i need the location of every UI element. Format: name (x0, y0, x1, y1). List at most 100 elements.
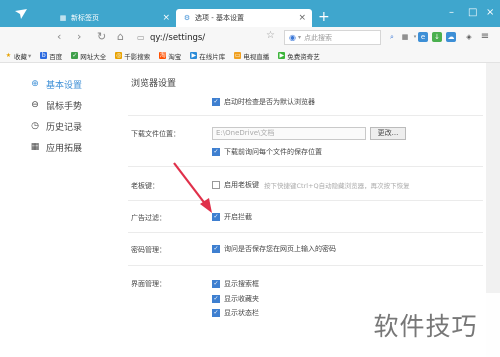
startup-check-option[interactable]: ✓ 启动时检查是否为默认浏览器 (212, 96, 315, 107)
sidebar-item-extensions[interactable]: ▦ 应用拓展 (30, 139, 82, 155)
sidebar-item-mouse-gestures[interactable]: ⊖ 鼠标手势 (30, 97, 82, 113)
watermark: 软件技巧 (351, 293, 500, 357)
settings-sidebar: ⊕ 基本设置 ⊖ 鼠标手势 ◷ 历史记录 ▦ 应用拓展 (0, 63, 120, 357)
boss-key-hint: 按下快捷键Ctrl+Q自动隐藏浏览器，再次按下恢复 (264, 181, 410, 190)
checkbox-checked[interactable]: ✓ (212, 279, 220, 288)
boss-key-option[interactable]: 启用老板键 按下快捷键Ctrl+Q自动隐藏浏览器，再次按下恢复 (212, 179, 410, 190)
save-password-option[interactable]: ✓ 询问是否保存您在网页上输入的密码 (212, 243, 336, 254)
checkbox-checked[interactable]: ✓ (212, 244, 220, 253)
address-bar[interactable]: qy://settings/ (150, 30, 276, 45)
annotation-arrow-icon (173, 162, 212, 213)
star-icon: ★ (5, 52, 12, 59)
checkbox-checked[interactable]: ✓ (212, 147, 220, 156)
tab-new-tab[interactable]: ▦ 新标签页 × (52, 9, 176, 27)
navigation-toolbar: ‹ › ↻ ⌂ ▭ qy://settings/ ☆ ◉ ▾ 点此搜索 ⌕ ▦ … (0, 27, 500, 49)
mouse-icon: ⊖ (31, 100, 39, 110)
film-icon: ▶ (190, 52, 198, 59)
interface-manager-label: 界面管理： (131, 280, 166, 288)
sidebar-item-label: 历史记录 (46, 122, 83, 133)
ad-filter-label: 广告过滤： (131, 214, 166, 222)
sidebar-item-history[interactable]: ◷ 历史记录 (30, 118, 82, 134)
browser-logo-icon (15, 9, 27, 19)
bookmark-label: 在线片库 (199, 52, 226, 61)
maximize-icon[interactable]: □ (468, 8, 477, 18)
forward-icon[interactable]: › (77, 31, 81, 43)
bookmark-label: 淘宝 (168, 52, 182, 61)
home-icon[interactable]: ⌂ (117, 31, 124, 43)
password-manager-label: 密码管理： (131, 246, 166, 254)
apps-icon: ▦ (30, 142, 40, 152)
sidebar-item-label: 鼠标手势 (46, 101, 83, 112)
checkbox-checked[interactable]: ✓ (212, 294, 220, 303)
divider (128, 232, 483, 233)
settings-icon: ⊕ (31, 79, 39, 89)
baidu-icon: b (40, 52, 48, 59)
bookmark-iqiyi[interactable]: ▶ 免费资奇艺 (278, 51, 320, 61)
option-label: 询问是否保存您在网页上输入的密码 (224, 244, 336, 253)
option-label: 启动时检查是否为默认浏览器 (224, 97, 315, 106)
chevron-down-icon[interactable]: ▾ (298, 34, 301, 41)
tab-settings[interactable]: ⚙ 选项 - 基本设置 × (176, 9, 312, 27)
bookmark-tv-live[interactable]: ▭ 电视直播 (234, 51, 269, 61)
bookmark-site-nav[interactable]: ✓ 网址大全 (71, 51, 106, 61)
option-label: 下载前询问每个文件的保存位置 (224, 147, 322, 156)
bookmark-film-library[interactable]: ▶ 在线片库 (190, 51, 225, 61)
page-icon: ▭ (137, 33, 145, 42)
apps-grid-icon[interactable]: ▦ (400, 32, 410, 42)
boss-key-label: 老板键： (131, 182, 159, 190)
address-text: qy://settings/ (150, 32, 206, 43)
page-title: 浏览器设置 (131, 79, 177, 89)
link-icon: ✓ (71, 52, 79, 59)
change-path-button[interactable]: 更改... (370, 127, 406, 140)
option-label: 启用老板键 (224, 180, 259, 189)
bookmark-taobao[interactable]: 淘 淘宝 (159, 51, 181, 61)
bookmark-favorites[interactable]: ★ 收藏 ▾ (5, 51, 31, 61)
close-tab-icon[interactable]: × (298, 12, 306, 24)
show-search-box-option[interactable]: ✓ 显示搜索框 (212, 278, 259, 289)
option-label: 显示搜索框 (224, 279, 259, 288)
search-input[interactable]: ◉ ▾ 点此搜索 (284, 30, 381, 45)
title-bar: ▦ 新标签页 × ⚙ 选项 - 基本设置 × + – □ × (0, 0, 500, 27)
checkbox-checked[interactable]: ✓ (212, 308, 220, 317)
ask-save-location-option[interactable]: ✓ 下载前询问每个文件的保存位置 (212, 146, 322, 157)
shield-icon[interactable]: ◈ (464, 32, 474, 42)
back-icon[interactable]: ‹ (57, 31, 61, 43)
cloud-icon[interactable]: ☁ (446, 32, 456, 42)
ie-mode-icon[interactable]: e (418, 32, 428, 42)
grid-icon: ▦ (59, 14, 67, 22)
download-path-field[interactable]: E:\OneDrive\文档 (212, 127, 366, 140)
divider (128, 115, 483, 116)
checkbox-checked[interactable]: ✓ (212, 97, 220, 106)
taobao-icon: 淘 (159, 52, 167, 59)
chevron-down-icon: ▾ (28, 51, 32, 60)
bookmark-label: 收藏 (14, 52, 27, 61)
show-status-bar-option[interactable]: ✓ 显示状态栏 (212, 307, 259, 318)
option-label: 开启拦截 (224, 212, 252, 221)
search-engine-icon[interactable]: ◉ (289, 33, 296, 42)
sidebar-item-label: 应用拓展 (46, 143, 83, 154)
new-tab-button[interactable]: + (318, 10, 330, 24)
download-location-label: 下载文件位置： (131, 130, 180, 138)
refresh-icon[interactable]: ↻ (97, 31, 106, 43)
tab-label: 选项 - 基本设置 (195, 14, 244, 22)
bookmark-label: 免费资奇艺 (287, 52, 320, 61)
minimize-icon[interactable]: – (449, 8, 454, 18)
close-tab-icon[interactable]: × (162, 12, 170, 24)
bookmark-star-icon[interactable]: ☆ (266, 30, 275, 41)
close-window-icon[interactable]: × (486, 8, 494, 18)
option-label: 显示状态栏 (224, 308, 259, 317)
tab-label: 新标签页 (71, 14, 99, 22)
gear-icon: ⚙ (183, 14, 191, 22)
ad-filter-option[interactable]: ✓ 开启拦截 (212, 211, 252, 222)
video-icon: ▶ (278, 52, 286, 59)
bookmark-baidu[interactable]: b 百度 (40, 51, 62, 61)
search-go-icon[interactable]: ⌕ (387, 32, 397, 42)
bookmark-qianying-search[interactable]: ◎ 千影搜索 (115, 51, 150, 61)
show-favorites-option[interactable]: ✓ 显示收藏夹 (212, 293, 259, 304)
menu-icon[interactable]: ≡ (480, 32, 490, 42)
bookmark-label: 百度 (49, 52, 63, 61)
clock-icon: ◷ (31, 121, 39, 131)
sidebar-item-label: 基本设置 (46, 80, 83, 91)
sidebar-item-basic-settings[interactable]: ⊕ 基本设置 (30, 76, 82, 92)
download-icon[interactable]: ↓ (432, 32, 442, 42)
